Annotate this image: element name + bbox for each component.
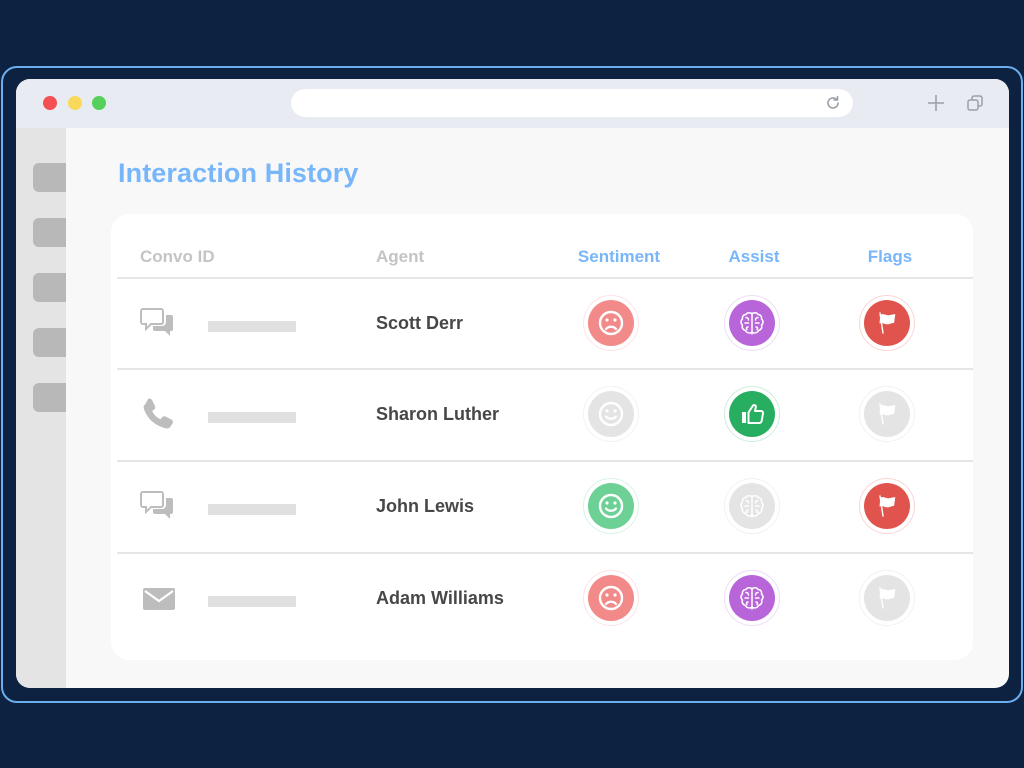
table-row[interactable]: John Lewis (117, 460, 973, 551)
assist-badge[interactable] (724, 295, 780, 351)
column-header-agent[interactable]: Agent (376, 247, 424, 267)
agent-name: Scott Derr (376, 313, 464, 333)
convo-id-placeholder (208, 412, 296, 423)
copy-window-icon[interactable] (967, 95, 983, 111)
thumbs-up-icon (729, 391, 775, 437)
column-header-sentiment[interactable]: Sentiment (559, 247, 679, 267)
brain-icon (729, 483, 775, 529)
table-row[interactable]: Adam Williams (117, 552, 973, 643)
assist-badge[interactable] (724, 478, 780, 534)
chat-bubbles-icon (139, 304, 179, 344)
assist-badge[interactable] (724, 570, 780, 626)
sad-face-icon (588, 575, 634, 621)
assist-badge[interactable] (724, 386, 780, 442)
smile-face-icon (588, 483, 634, 529)
column-header-flags[interactable]: Flags (830, 247, 950, 267)
sidebar-item-3[interactable] (33, 273, 66, 302)
agent-name: Adam Williams (376, 588, 504, 608)
sidebar-item-4[interactable] (33, 328, 66, 357)
sad-face-icon (588, 300, 634, 346)
minimize-window-button[interactable] (68, 96, 82, 110)
flag-badge[interactable] (859, 478, 915, 534)
envelope-icon (139, 579, 179, 619)
new-tab-plus-icon[interactable] (927, 94, 945, 112)
column-header-convo-id[interactable]: Convo ID (140, 247, 215, 267)
flag-icon (864, 391, 910, 437)
maximize-window-button[interactable] (92, 96, 106, 110)
sidebar-item-2[interactable] (33, 218, 66, 247)
brain-icon (729, 575, 775, 621)
interaction-table: Convo ID Agent Sentiment Assist Flags Sc… (111, 214, 973, 660)
browser-window: Interaction History Convo ID Agent Senti… (16, 79, 1009, 688)
convo-id-placeholder (208, 596, 296, 607)
close-window-button[interactable] (43, 96, 57, 110)
chat-bubbles-icon (139, 487, 179, 527)
reload-icon[interactable] (825, 95, 841, 111)
convo-id-placeholder (208, 321, 296, 332)
convo-id-placeholder (208, 504, 296, 515)
brain-icon (729, 300, 775, 346)
sidebar-item-5[interactable] (33, 383, 66, 412)
flag-badge[interactable] (859, 570, 915, 626)
flag-icon (864, 575, 910, 621)
table-row[interactable]: Sharon Luther (117, 368, 973, 459)
title-bar (16, 79, 1009, 128)
phone-icon (139, 395, 179, 435)
flag-icon (864, 483, 910, 529)
sidebar (16, 128, 66, 688)
agent-name: Sharon Luther (376, 404, 500, 424)
sentiment-badge[interactable] (583, 570, 639, 626)
sentiment-badge[interactable] (583, 295, 639, 351)
smile-face-icon (588, 391, 634, 437)
flag-icon (864, 300, 910, 346)
column-header-assist[interactable]: Assist (694, 247, 814, 267)
page-title: Interaction History (118, 158, 359, 188)
address-bar[interactable] (291, 89, 853, 117)
table-row[interactable]: Scott Derr (117, 277, 973, 368)
agent-name: John Lewis (376, 496, 475, 516)
sentiment-badge[interactable] (583, 386, 639, 442)
flag-badge[interactable] (859, 386, 915, 442)
sentiment-badge[interactable] (583, 478, 639, 534)
flag-badge[interactable] (859, 295, 915, 351)
sidebar-item-1[interactable] (33, 163, 66, 192)
